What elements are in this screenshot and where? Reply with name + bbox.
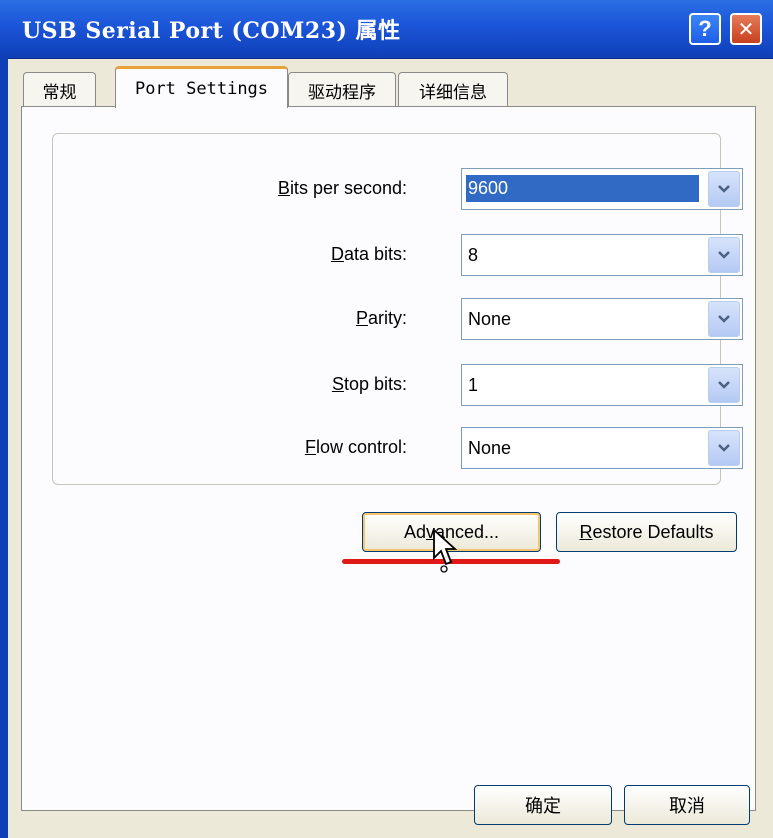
- select-value: 9600: [465, 174, 700, 203]
- tab-panel-port-settings: Bits per second: 9600 Data bits: 8 Parit…: [21, 106, 756, 811]
- bits-per-second-label: Bits per second:: [277, 178, 407, 198]
- tab-port-settings[interactable]: Port Settings: [115, 66, 288, 108]
- chevron-down-icon: [718, 185, 730, 193]
- close-button[interactable]: ✕: [730, 13, 762, 45]
- select-value: None: [468, 309, 512, 329]
- data-bits-select[interactable]: 8: [461, 234, 743, 276]
- chevron-down-icon: [718, 444, 730, 452]
- window-frame: [0, 58, 8, 838]
- flow-control-label: Flow control:: [304, 437, 407, 457]
- tab-label: Port Settings: [134, 78, 269, 99]
- chevron-down-icon: [718, 315, 730, 323]
- mouse-cursor-icon: [433, 528, 458, 573]
- help-button[interactable]: ?: [689, 13, 721, 45]
- window-title: USB Serial Port (COM23) 属性: [22, 18, 401, 44]
- tab-label: 驱动程序: [308, 83, 376, 103]
- dropdown-button[interactable]: [708, 171, 740, 207]
- select-value: 8: [468, 245, 479, 265]
- help-icon: ?: [698, 16, 712, 41]
- select-value: None: [468, 438, 512, 458]
- properties-dialog: USB Serial Port (COM23) 属性 ? ✕ 常规 Port S…: [0, 0, 773, 838]
- dropdown-button[interactable]: [708, 301, 740, 337]
- tab-driver[interactable]: 驱动程序: [288, 72, 396, 108]
- chevron-down-icon: [718, 381, 730, 389]
- tab-details[interactable]: 详细信息: [398, 72, 508, 108]
- stop-bits-select[interactable]: 1: [461, 364, 743, 406]
- stop-bits-label: Stop bits:: [331, 374, 407, 394]
- bits-per-second-select[interactable]: 9600: [461, 168, 743, 210]
- dropdown-button[interactable]: [708, 430, 740, 466]
- title-bar[interactable]: USB Serial Port (COM23) 属性 ? ✕: [0, 0, 773, 59]
- parity-select[interactable]: None: [461, 298, 743, 340]
- ok-button[interactable]: 确定: [474, 785, 612, 825]
- flow-control-select[interactable]: None: [461, 427, 743, 469]
- select-value: 1: [468, 375, 479, 395]
- tab-label: 常规: [42, 83, 77, 103]
- parity-label: Parity:: [355, 308, 407, 328]
- data-bits-label: Data bits:: [330, 244, 407, 264]
- tab-general[interactable]: 常规: [23, 72, 96, 108]
- settings-group: Bits per second: 9600 Data bits: 8 Parit…: [52, 133, 743, 485]
- restore-defaults-button[interactable]: Restore Defaults: [556, 512, 737, 552]
- dropdown-button[interactable]: [708, 367, 740, 403]
- cancel-button[interactable]: 取消: [624, 785, 750, 825]
- dropdown-button[interactable]: [708, 237, 740, 273]
- tab-label: 详细信息: [419, 83, 487, 103]
- chevron-down-icon: [718, 251, 730, 259]
- close-icon: ✕: [737, 17, 755, 41]
